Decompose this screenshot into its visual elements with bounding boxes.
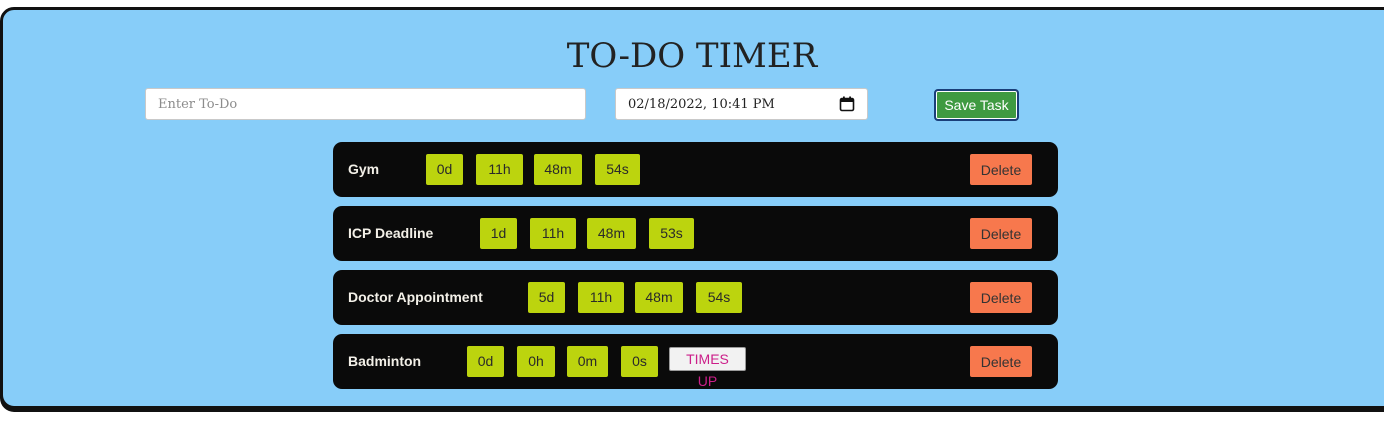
minutes-chip: 48m [587, 218, 636, 249]
seconds-chip: 54s [696, 282, 742, 313]
hours-chip: 0h [517, 346, 555, 377]
hours-chip: 11h [476, 154, 523, 185]
task-name: ICP Deadline [348, 225, 434, 241]
minutes-chip: 48m [534, 154, 582, 185]
task-name: Doctor Appointment [348, 289, 483, 305]
delete-button[interactable]: Delete [970, 282, 1032, 313]
delete-button[interactable]: Delete [970, 154, 1032, 185]
task-name: Gym [348, 161, 380, 177]
task-name: Badminton [348, 353, 422, 369]
seconds-chip: 0s [621, 346, 658, 377]
todo-input[interactable] [145, 88, 586, 120]
delete-button[interactable]: Delete [970, 218, 1032, 249]
task-row: Doctor Appointment 5d 11h 48m 54s Delete [333, 270, 1058, 325]
task-row: ICP Deadline 1d 11h 48m 53s Delete [333, 206, 1058, 261]
hours-chip: 11h [530, 218, 576, 249]
days-chip: 0d [467, 346, 504, 377]
days-chip: 5d [528, 282, 565, 313]
delete-button[interactable]: Delete [970, 346, 1032, 377]
save-task-button[interactable]: Save Task [934, 89, 1019, 121]
minutes-chip: 48m [635, 282, 683, 313]
date-time-value: 02/18/2022, 10:41 PM [628, 96, 775, 112]
date-time-input[interactable]: 02/18/2022, 10:41 PM [615, 88, 868, 120]
minutes-chip: 0m [567, 346, 608, 377]
task-row: Badminton 0d 0h 0m 0s TIMES UP Delete [333, 334, 1058, 389]
hours-chip: 11h [578, 282, 624, 313]
days-chip: 0d [426, 154, 463, 185]
task-row: Gym 0d 11h 48m 54s Delete [333, 142, 1058, 197]
page-title: TO-DO TIMER [566, 36, 818, 76]
seconds-chip: 54s [595, 154, 640, 185]
calendar-icon[interactable] [839, 96, 855, 112]
times-up-badge: TIMES UP [669, 347, 746, 389]
seconds-chip: 53s [649, 218, 694, 249]
days-chip: 1d [480, 218, 517, 249]
